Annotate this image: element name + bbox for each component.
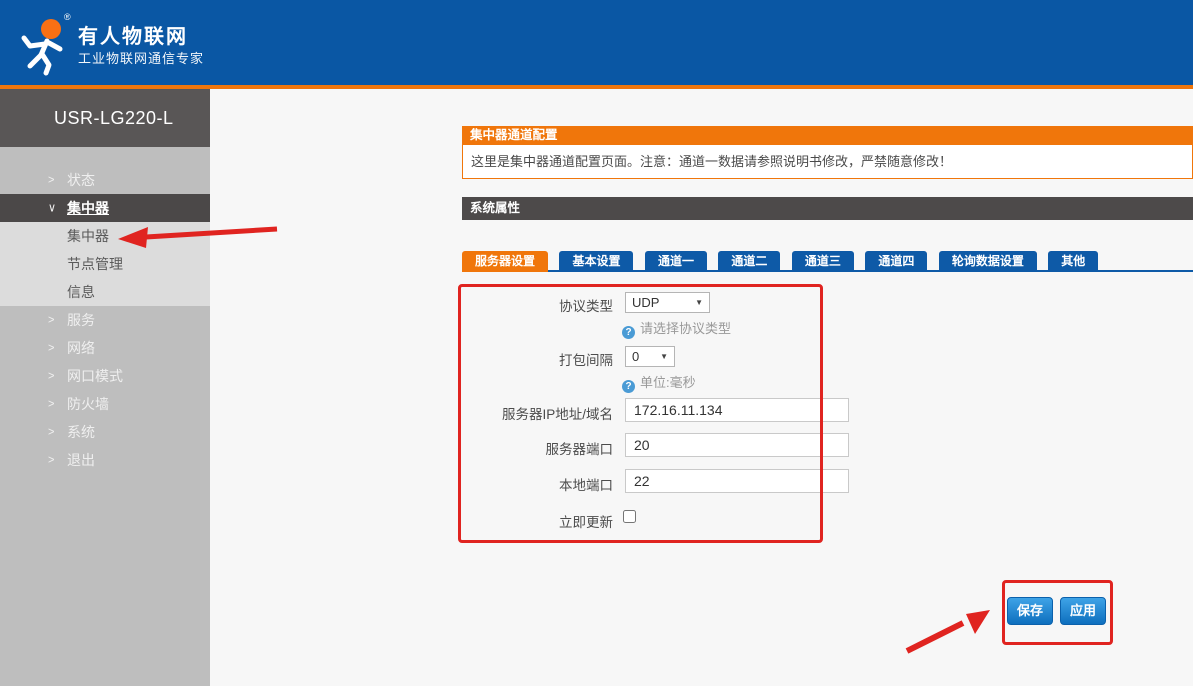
sidebar-item-port-mode[interactable]: > 网口模式	[0, 362, 210, 390]
notice-message: 这里是集中器通道配置页面。注意：通道一数据请参照说明书修改，严禁随意修改！	[462, 144, 1193, 179]
usr-lg220-config-page: ® 有人物联网 工业物联网通信专家 USR-LG220-L > 状态 ∨ 集中器	[0, 0, 1193, 686]
select-dropdown-arrow-icon: ▼	[695, 298, 703, 307]
sidebar-item-network[interactable]: > 网络	[0, 334, 210, 362]
sidebar-item-label: 信息	[67, 278, 95, 306]
server-port-label: 服务器端口	[448, 438, 613, 458]
help-icon: ?	[622, 326, 635, 339]
tab-poll-data-settings[interactable]: 轮询数据设置	[939, 251, 1037, 272]
sidebar-subitem-node-management[interactable]: 节点管理	[0, 250, 210, 278]
device-model-title: USR-LG220-L	[0, 89, 210, 147]
pack-interval-help-text: ?单位:毫秒	[622, 372, 696, 386]
tab-server-settings[interactable]: 服务器设置	[462, 251, 548, 272]
local-port-label: 本地端口	[448, 474, 613, 494]
server-port-input[interactable]	[625, 433, 849, 457]
apply-button[interactable]: 应用	[1060, 597, 1106, 625]
sidebar-subitem-concentrator[interactable]: 集中器	[0, 222, 210, 250]
brand-title: 有人物联网	[78, 20, 188, 49]
tab-channel-1[interactable]: 通道一	[645, 251, 707, 272]
protocol-help-text: ?请选择协议类型	[622, 318, 731, 332]
chevron-right-icon: >	[48, 333, 54, 364]
protocol-type-value: UDP	[632, 295, 659, 310]
tab-channel-3[interactable]: 通道三	[792, 251, 854, 272]
sidebar-item-firewall[interactable]: > 防火墙	[0, 390, 210, 418]
sidebar-item-label: 集中器	[67, 194, 109, 222]
sidebar-item-label: 防火墙	[67, 390, 109, 418]
local-port-input[interactable]	[625, 469, 849, 493]
chevron-right-icon: >	[48, 165, 54, 196]
update-now-label: 立即更新	[448, 511, 613, 531]
update-now-checkbox[interactable]	[623, 510, 636, 523]
sidebar-item-system[interactable]: > 系统	[0, 418, 210, 446]
sidebar-item-status[interactable]: > 状态	[0, 166, 210, 194]
top-header-bar: ® 有人物联网 工业物联网通信专家	[0, 0, 1193, 85]
page-title: 集中器通道配置	[462, 126, 1193, 144]
annotation-arrow-save	[907, 610, 990, 651]
protocol-type-select[interactable]: UDP ▼	[625, 292, 710, 313]
protocol-type-label: 协议类型	[448, 295, 613, 315]
chevron-down-icon: ∨	[48, 193, 56, 224]
chevron-right-icon: >	[48, 445, 54, 476]
chevron-right-icon: >	[48, 361, 54, 392]
chevron-right-icon: >	[48, 389, 54, 420]
sidebar-nav: USR-LG220-L > 状态 ∨ 集中器 集中器 节点管理 信息 > 服务	[0, 89, 210, 686]
sidebar-item-label: 退出	[67, 446, 95, 474]
sidebar-item-label: 服务	[67, 306, 95, 334]
chevron-right-icon: >	[48, 417, 54, 448]
pack-interval-value: 0	[632, 349, 639, 364]
sidebar-item-label: 节点管理	[67, 250, 123, 278]
channel-tab-bar: 服务器设置 基本设置 通道一 通道二 通道三 通道四 轮询数据设置 其他	[462, 251, 1193, 272]
sidebar-menu: > 状态 ∨ 集中器 集中器 节点管理 信息 > 服务 > 网络	[0, 147, 210, 474]
sidebar-item-label: 系统	[67, 418, 95, 446]
tab-channel-4[interactable]: 通道四	[865, 251, 927, 272]
sidebar-item-label: 网络	[67, 334, 95, 362]
tab-channel-2[interactable]: 通道二	[718, 251, 780, 272]
sidebar-item-label: 状态	[67, 166, 95, 194]
server-ip-input[interactable]	[625, 398, 849, 422]
sidebar-subitem-info[interactable]: 信息	[0, 278, 210, 306]
pack-interval-label: 打包间隔	[448, 349, 613, 369]
tab-other[interactable]: 其他	[1048, 251, 1098, 272]
sidebar-item-label: 网口模式	[67, 362, 123, 390]
chevron-right-icon: >	[48, 305, 54, 336]
usr-running-man-logo: ®	[16, 8, 78, 78]
help-icon: ?	[622, 380, 635, 393]
server-ip-label: 服务器IP地址/域名	[448, 403, 613, 423]
sidebar-item-service[interactable]: > 服务	[0, 306, 210, 334]
sidebar-item-label: 集中器	[67, 222, 109, 250]
sidebar-item-concentrator-group[interactable]: ∨ 集中器	[0, 194, 210, 222]
pack-interval-select[interactable]: 0 ▼	[625, 346, 675, 367]
tab-basic-settings[interactable]: 基本设置	[559, 251, 633, 272]
section-title-system-attributes: 系统属性	[462, 197, 1193, 220]
save-button[interactable]: 保存	[1007, 597, 1053, 625]
sidebar-item-logout[interactable]: > 退出	[0, 446, 210, 474]
registered-mark-icon: ®	[64, 12, 71, 22]
brand-subtitle: 工业物联网通信专家	[78, 48, 204, 67]
select-dropdown-arrow-icon: ▼	[660, 352, 668, 361]
